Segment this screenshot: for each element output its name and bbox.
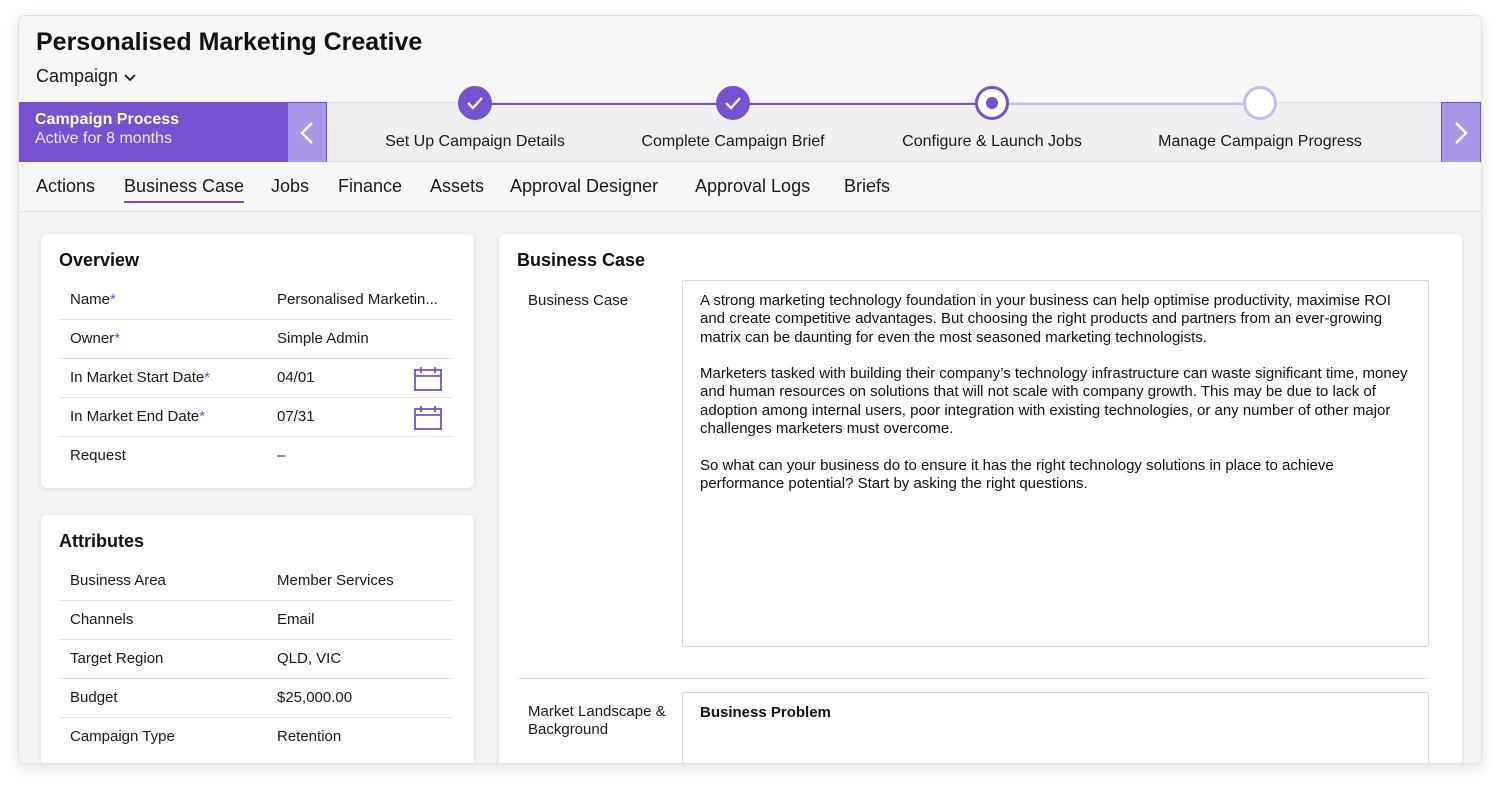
field-row-target-region: Target Region QLD, VIC (59, 640, 452, 679)
section-divider (517, 678, 1429, 679)
tab-business-case[interactable]: Business Case (124, 176, 245, 203)
step-connector (992, 103, 1260, 105)
field-row-end-date: In Market End Date* 07/31 (59, 398, 452, 437)
required-marker: * (114, 330, 121, 347)
field-row-name: Name* Personalised Marketin... (59, 281, 452, 320)
step-connector (475, 103, 733, 105)
tab-finance[interactable]: Finance (338, 176, 402, 201)
field-value-target-region[interactable]: QLD, VIC (277, 650, 341, 667)
process-title: Campaign Process (35, 111, 180, 128)
business-case-title: Business Case (517, 250, 646, 270)
tab-bar: Actions Business Case Jobs Finance Asset… (19, 162, 1481, 212)
required-marker: * (204, 369, 211, 386)
tab-approval-designer[interactable]: Approval Designer (510, 176, 658, 201)
field-label: Campaign Type (70, 728, 175, 745)
chevron-down-icon (124, 71, 136, 85)
step-label-3[interactable]: Configure & Launch Jobs (902, 133, 1082, 151)
field-row-business-area: Business Area Member Services (59, 562, 452, 601)
field-label: Request (70, 447, 126, 464)
field-value-start-date[interactable]: 04/01 (277, 369, 315, 386)
step-node-1[interactable] (458, 86, 492, 120)
field-row-budget: Budget $25,000.00 (59, 679, 452, 718)
process-bar: Set Up Campaign Details Complete Campaig… (19, 86, 1481, 163)
field-row-channels: Channels Email (59, 601, 452, 640)
process-status: Active for 8 months (35, 130, 172, 147)
field-row-owner: Owner* Simple Admin (59, 320, 452, 359)
calendar-icon[interactable] (414, 366, 442, 391)
check-icon (467, 97, 483, 110)
chevron-left-icon (300, 121, 313, 144)
field-label: In Market Start Date (70, 369, 205, 386)
step-label-1[interactable]: Set Up Campaign Details (385, 133, 565, 151)
record-type-label: Campaign (36, 66, 119, 86)
business-case-field-label: Business Case (528, 292, 629, 309)
field-value-request[interactable]: – (277, 447, 285, 464)
field-label: Channels (70, 611, 134, 628)
app-window: Personalised Marketing Creative Campaign… (18, 15, 1482, 764)
field-value-end-date[interactable]: 07/31 (277, 408, 315, 425)
business-case-card: Business Case Business Case A strong mar… (499, 234, 1462, 763)
current-dot-icon (986, 97, 998, 109)
field-label: Budget (70, 689, 118, 706)
field-value-channels[interactable]: Email (277, 611, 315, 628)
process-prev-button[interactable] (287, 102, 327, 163)
field-value-campaign-type[interactable]: Retention (277, 728, 341, 745)
attributes-title: Attributes (59, 531, 144, 551)
field-row-start-date: In Market Start Date* 04/01 (59, 359, 452, 398)
field-row-campaign-type: Campaign Type Retention (59, 718, 452, 757)
step-node-2[interactable] (716, 86, 750, 120)
field-value-name[interactable]: Personalised Marketin... (277, 291, 438, 308)
attributes-card: Attributes Business Area Member Services… (41, 515, 474, 763)
calendar-icon[interactable] (414, 405, 442, 430)
tab-assets[interactable]: Assets (430, 176, 484, 201)
field-label: In Market End Date (70, 408, 200, 425)
step-node-4[interactable] (1243, 86, 1277, 120)
tab-actions[interactable]: Actions (36, 176, 95, 201)
field-label: Name (70, 291, 111, 308)
market-landscape-label: Market Landscape & Background (528, 703, 666, 738)
field-row-request: Request – (59, 437, 452, 476)
market-landscape-textarea[interactable]: Business Problem (682, 692, 1429, 763)
process-summary: Campaign Process Active for 8 months (19, 102, 287, 163)
business-case-paragraph: Marketers tasked with building their com… (700, 365, 1408, 438)
page-title: Personalised Marketing Creative (36, 28, 423, 56)
overview-card: Overview Name* Personalised Marketin... … (41, 234, 474, 488)
overview-title: Overview (59, 250, 140, 270)
chevron-right-icon (1455, 121, 1468, 144)
required-marker: * (110, 291, 116, 308)
field-value-business-area[interactable]: Member Services (277, 572, 394, 589)
step-label-4[interactable]: Manage Campaign Progress (1158, 133, 1362, 151)
tab-briefs[interactable]: Briefs (844, 176, 890, 201)
step-connector (733, 103, 992, 105)
business-case-paragraph: So what can your business do to ensure i… (700, 456, 1334, 492)
tab-approval-logs[interactable]: Approval Logs (695, 176, 810, 201)
field-value-owner[interactable]: Simple Admin (277, 330, 369, 347)
field-value-budget[interactable]: $25,000.00 (277, 689, 352, 706)
business-case-paragraph: A strong marketing technology foundation… (700, 292, 1391, 346)
process-next-button[interactable] (1441, 102, 1481, 163)
step-node-3[interactable] (975, 86, 1009, 120)
business-case-textarea[interactable]: A strong marketing technology foundation… (682, 280, 1429, 647)
tab-jobs[interactable]: Jobs (271, 176, 309, 201)
field-label: Target Region (70, 650, 164, 667)
step-label-2[interactable]: Complete Campaign Brief (641, 133, 824, 151)
record-type-dropdown[interactable]: Campaign (36, 66, 136, 87)
market-heading: Business Problem (700, 704, 831, 721)
field-label: Owner (70, 330, 115, 347)
content-area: Overview Name* Personalised Marketin... … (19, 212, 1481, 763)
field-label: Business Area (70, 572, 166, 589)
required-marker: * (199, 408, 206, 425)
check-icon (725, 97, 741, 110)
